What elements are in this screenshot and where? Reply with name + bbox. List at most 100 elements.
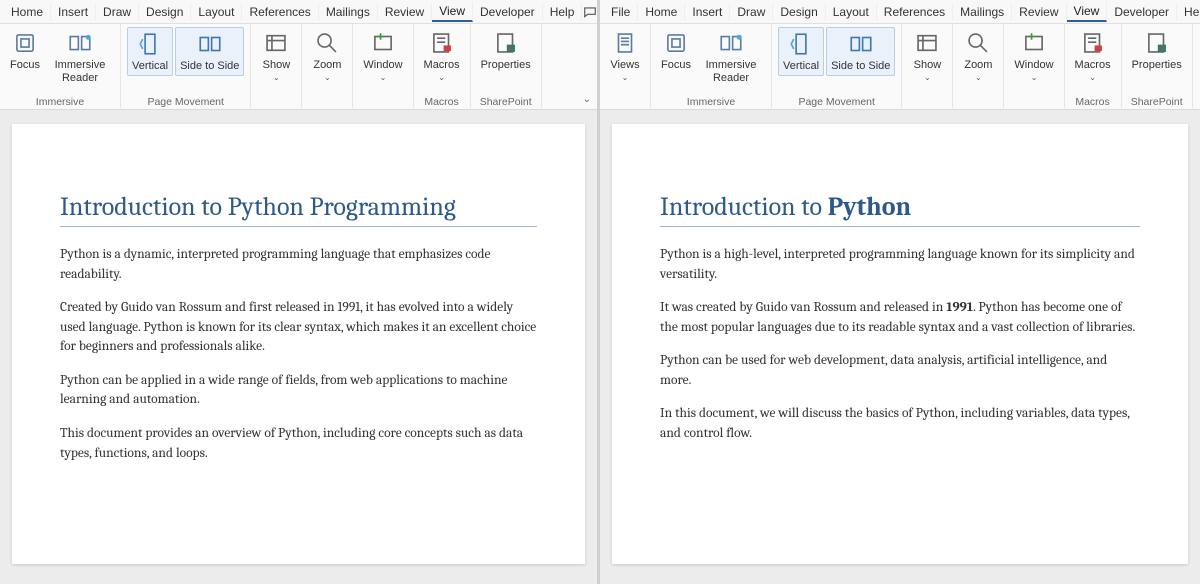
- zoom-button[interactable]: Zoom ⌄: [308, 27, 346, 84]
- tab-draw[interactable]: Draw: [730, 3, 773, 21]
- tab-review[interactable]: Review: [1012, 3, 1066, 21]
- ribbon: Focus Immersive Reader Immersive Vertica…: [0, 24, 597, 110]
- immersive-reader-button[interactable]: Immersive Reader: [46, 27, 114, 87]
- tab-insert[interactable]: Insert: [51, 3, 96, 21]
- window-right: File Home Insert Draw Design Layout Refe…: [600, 0, 1200, 584]
- side-to-side-button[interactable]: Side to Side: [826, 27, 895, 76]
- focus-icon: [662, 29, 690, 57]
- ruler-grid-icon: [262, 29, 290, 57]
- tab-mailings[interactable]: Mailings: [953, 3, 1012, 21]
- chevron-down-icon: ⌄: [975, 73, 982, 82]
- title-part: Introduction to: [660, 192, 828, 222]
- properties-button[interactable]: S Properties: [477, 27, 535, 74]
- show-button[interactable]: Show ⌄: [257, 27, 295, 84]
- group-label-macros: Macros: [414, 96, 470, 108]
- window-button[interactable]: Window ⌄: [359, 27, 406, 84]
- document-body[interactable]: Python is a high-level, interpreted prog…: [660, 245, 1140, 444]
- macros-icon: [428, 29, 456, 57]
- bold-text: 1991: [946, 300, 973, 315]
- focus-button[interactable]: Focus: [657, 27, 695, 74]
- paragraph[interactable]: In this document, we will discuss the ba…: [660, 404, 1140, 443]
- chevron-down-icon: ⌄: [380, 73, 387, 82]
- window-button[interactable]: Window ⌄: [1010, 27, 1057, 84]
- magnifier-icon: [313, 29, 341, 57]
- comment-icon[interactable]: [583, 2, 597, 22]
- group-label-sharepoint: SharePoint: [1122, 96, 1192, 108]
- group-show: Show ⌄: [902, 24, 953, 110]
- tab-view[interactable]: View: [432, 2, 473, 22]
- group-zoom: Zoom ⌄: [953, 24, 1004, 110]
- show-button[interactable]: Show ⌄: [908, 27, 946, 84]
- group-label-sharepoint: SharePoint: [471, 96, 541, 108]
- ribbon: Views ⌄ Focus Immersive Reader Immersive: [600, 24, 1200, 110]
- document-area[interactable]: Introduction to Python Python is a high-…: [600, 110, 1200, 584]
- zoom-button[interactable]: Zoom ⌄: [959, 27, 997, 84]
- group-label-page-movement: Page Movement: [121, 96, 250, 108]
- chevron-down-icon: ⌄: [924, 73, 931, 82]
- group-zoom: Zoom ⌄: [302, 24, 353, 110]
- new-window-icon: [369, 29, 397, 57]
- tab-home[interactable]: Home: [638, 3, 685, 21]
- tab-review[interactable]: Review: [378, 3, 432, 21]
- document-title: Introduction to Python: [660, 192, 1140, 227]
- collapse-ribbon-icon[interactable]: ⌄: [583, 94, 591, 105]
- tab-developer[interactable]: Developer: [1107, 3, 1177, 21]
- tab-references[interactable]: References: [877, 3, 953, 21]
- paragraph[interactable]: Created by Guido van Rossum and first re…: [60, 298, 537, 357]
- focus-icon: [11, 29, 39, 57]
- vertical-button[interactable]: Vertical: [127, 27, 173, 76]
- tab-developer[interactable]: Developer: [473, 3, 543, 21]
- text-run: It was created by Guido van Rossum and r…: [660, 300, 946, 315]
- paragraph[interactable]: Python is a dynamic, interpreted program…: [60, 245, 537, 284]
- vertical-scroll-icon: [787, 30, 815, 58]
- document-body[interactable]: Python is a dynamic, interpreted program…: [60, 245, 537, 463]
- tab-layout[interactable]: Layout: [826, 3, 877, 21]
- immersive-reader-button[interactable]: Immersive Reader: [697, 27, 765, 87]
- group-window: Window ⌄: [1004, 24, 1064, 110]
- macros-button[interactable]: Macros ⌄: [420, 27, 464, 84]
- side-to-side-button[interactable]: Side to Side: [175, 27, 244, 76]
- chevron-down-icon: ⌄: [273, 73, 280, 82]
- vertical-button[interactable]: Vertical: [778, 27, 824, 76]
- svg-text:S: S: [1159, 45, 1164, 52]
- group-sharepoint: S Properties SharePoint: [1122, 24, 1193, 110]
- tab-file[interactable]: File: [604, 3, 638, 21]
- chevron-down-icon: ⌄: [438, 73, 445, 82]
- properties-icon: S: [492, 29, 520, 57]
- book-speaker-icon: [66, 29, 94, 57]
- tab-layout[interactable]: Layout: [191, 3, 242, 21]
- group-immersive: Focus Immersive Reader Immersive: [651, 24, 772, 110]
- paragraph[interactable]: Python can be used for web development, …: [660, 351, 1140, 390]
- new-window-icon: [1020, 29, 1048, 57]
- document-area[interactable]: Introduction to Python Programming Pytho…: [0, 110, 597, 584]
- paragraph[interactable]: Python is a high-level, interpreted prog…: [660, 245, 1140, 284]
- tab-help[interactable]: Help: [1177, 3, 1200, 21]
- macros-icon: [1079, 29, 1107, 57]
- title-bold-part: Python: [828, 192, 912, 222]
- side-scroll-icon: [196, 30, 224, 58]
- focus-button[interactable]: Focus: [6, 27, 44, 74]
- properties-button[interactable]: S Properties: [1128, 27, 1186, 74]
- paragraph[interactable]: Python can be applied in a wide range of…: [60, 371, 537, 410]
- views-button[interactable]: Views ⌄: [606, 27, 644, 84]
- group-sharepoint: S Properties SharePoint: [471, 24, 542, 110]
- tab-references[interactable]: References: [242, 3, 318, 21]
- tabs-row: File Home Insert Draw Design Layout Refe…: [600, 0, 1200, 24]
- chevron-down-icon: ⌄: [622, 73, 629, 82]
- book-speaker-icon: [717, 29, 745, 57]
- tab-design[interactable]: Design: [139, 3, 191, 21]
- tab-draw[interactable]: Draw: [96, 3, 139, 21]
- document-page: Introduction to Python Python is a high-…: [612, 124, 1188, 564]
- tab-view[interactable]: View: [1067, 2, 1108, 22]
- tab-design[interactable]: Design: [773, 3, 825, 21]
- tab-mailings[interactable]: Mailings: [319, 3, 378, 21]
- tab-home[interactable]: Home: [4, 3, 51, 21]
- tabs-row: Home Insert Draw Design Layout Reference…: [0, 0, 597, 24]
- vertical-scroll-icon: [136, 30, 164, 58]
- macros-button[interactable]: Macros ⌄: [1071, 27, 1115, 84]
- tab-insert[interactable]: Insert: [685, 3, 730, 21]
- paragraph[interactable]: It was created by Guido van Rossum and r…: [660, 298, 1140, 337]
- group-label-page-movement: Page Movement: [772, 96, 901, 108]
- paragraph[interactable]: This document provides an overview of Py…: [60, 424, 537, 463]
- tab-help[interactable]: Help: [543, 3, 583, 21]
